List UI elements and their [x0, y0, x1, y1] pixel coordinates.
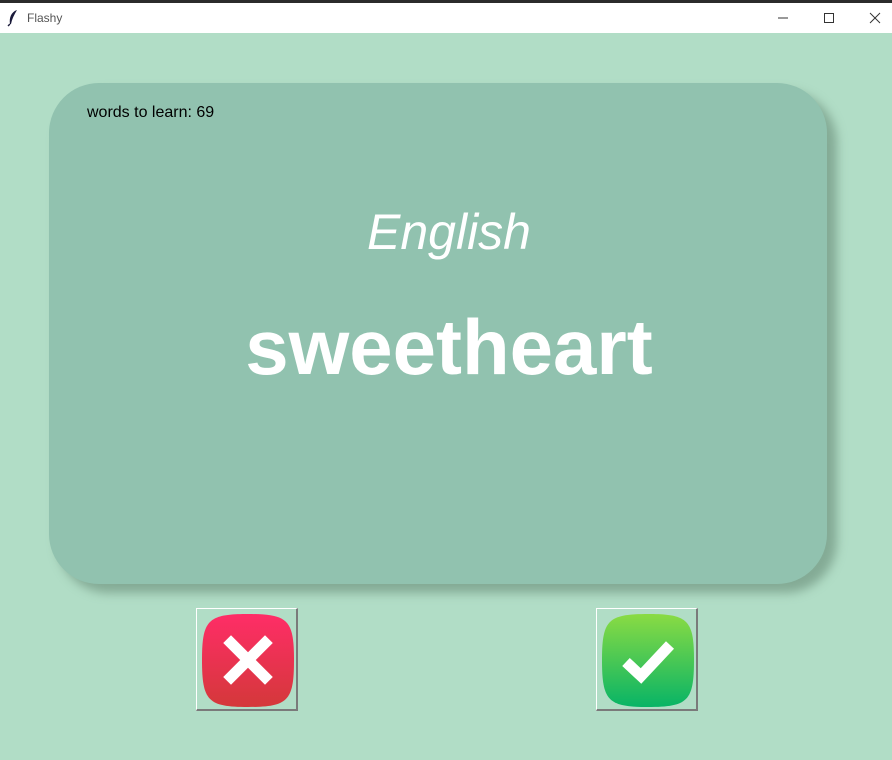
card-language-title: English	[367, 204, 531, 260]
minimize-button[interactable]	[760, 3, 806, 33]
maximize-button[interactable]	[806, 3, 852, 33]
card-word: sweetheart	[245, 303, 653, 391]
x-icon	[202, 614, 294, 707]
title-bar[interactable]: Flashy	[0, 3, 892, 33]
close-button[interactable]	[852, 3, 892, 33]
feather-icon	[7, 9, 19, 27]
wrong-button[interactable]	[196, 608, 298, 711]
right-button[interactable]	[596, 608, 698, 711]
maximize-icon	[824, 13, 834, 23]
words-to-learn-label: words to learn: 69	[87, 104, 215, 121]
window-title: Flashy	[27, 11, 63, 25]
minimize-icon	[778, 17, 788, 19]
checkmark-icon	[602, 614, 694, 707]
close-icon	[869, 12, 881, 24]
